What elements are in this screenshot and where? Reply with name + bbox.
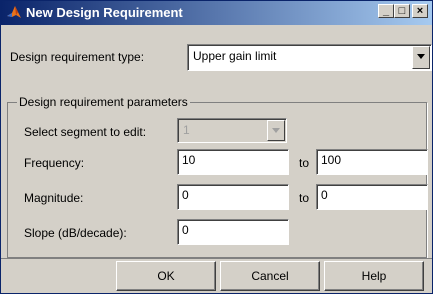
- segment-value: 1: [183, 123, 190, 137]
- button-separator: [1, 258, 432, 259]
- magnitude-from-field[interactable]: 0: [177, 184, 289, 210]
- chevron-down-icon[interactable]: [412, 46, 430, 69]
- title-bar[interactable]: New Design Requirement _ □ ×: [1, 1, 432, 25]
- window-title: New Design Requirement: [26, 5, 183, 20]
- maximize-button[interactable]: □: [394, 4, 410, 18]
- ok-button[interactable]: OK: [116, 261, 216, 291]
- requirement-type-dropdown[interactable]: Upper gain limit: [187, 44, 432, 71]
- requirement-type-label: Design requirement type:: [10, 50, 145, 64]
- frequency-to-label: to: [299, 156, 310, 170]
- magnitude-to-field[interactable]: 0: [316, 184, 428, 210]
- slope-label: Slope (dB/decade):: [24, 226, 127, 240]
- close-icon: ×: [416, 5, 424, 17]
- frequency-from-field[interactable]: 10: [177, 149, 289, 175]
- segment-label: Select segment to edit:: [24, 125, 147, 139]
- minimize-button[interactable]: _: [378, 4, 394, 18]
- magnitude-label: Magnitude:: [24, 191, 84, 205]
- matlab-logo-icon: [7, 6, 21, 18]
- parameters-group-title: Design requirement parameters: [17, 95, 190, 109]
- segment-dropdown: 1: [177, 118, 287, 143]
- minimize-icon: _: [382, 5, 390, 17]
- cancel-button[interactable]: Cancel: [220, 261, 320, 291]
- requirement-type-value: Upper gain limit: [193, 49, 277, 63]
- maximize-icon: □: [398, 5, 406, 17]
- frequency-label: Frequency:: [24, 156, 85, 170]
- dialog-window: New Design Requirement _ □ × Design requ…: [0, 0, 433, 294]
- magnitude-to-label: to: [299, 191, 310, 205]
- frequency-to-field[interactable]: 100: [316, 149, 428, 175]
- close-button[interactable]: ×: [412, 4, 428, 18]
- help-button[interactable]: Help: [324, 261, 424, 291]
- slope-field[interactable]: 0: [177, 219, 289, 245]
- chevron-down-icon: [267, 120, 285, 141]
